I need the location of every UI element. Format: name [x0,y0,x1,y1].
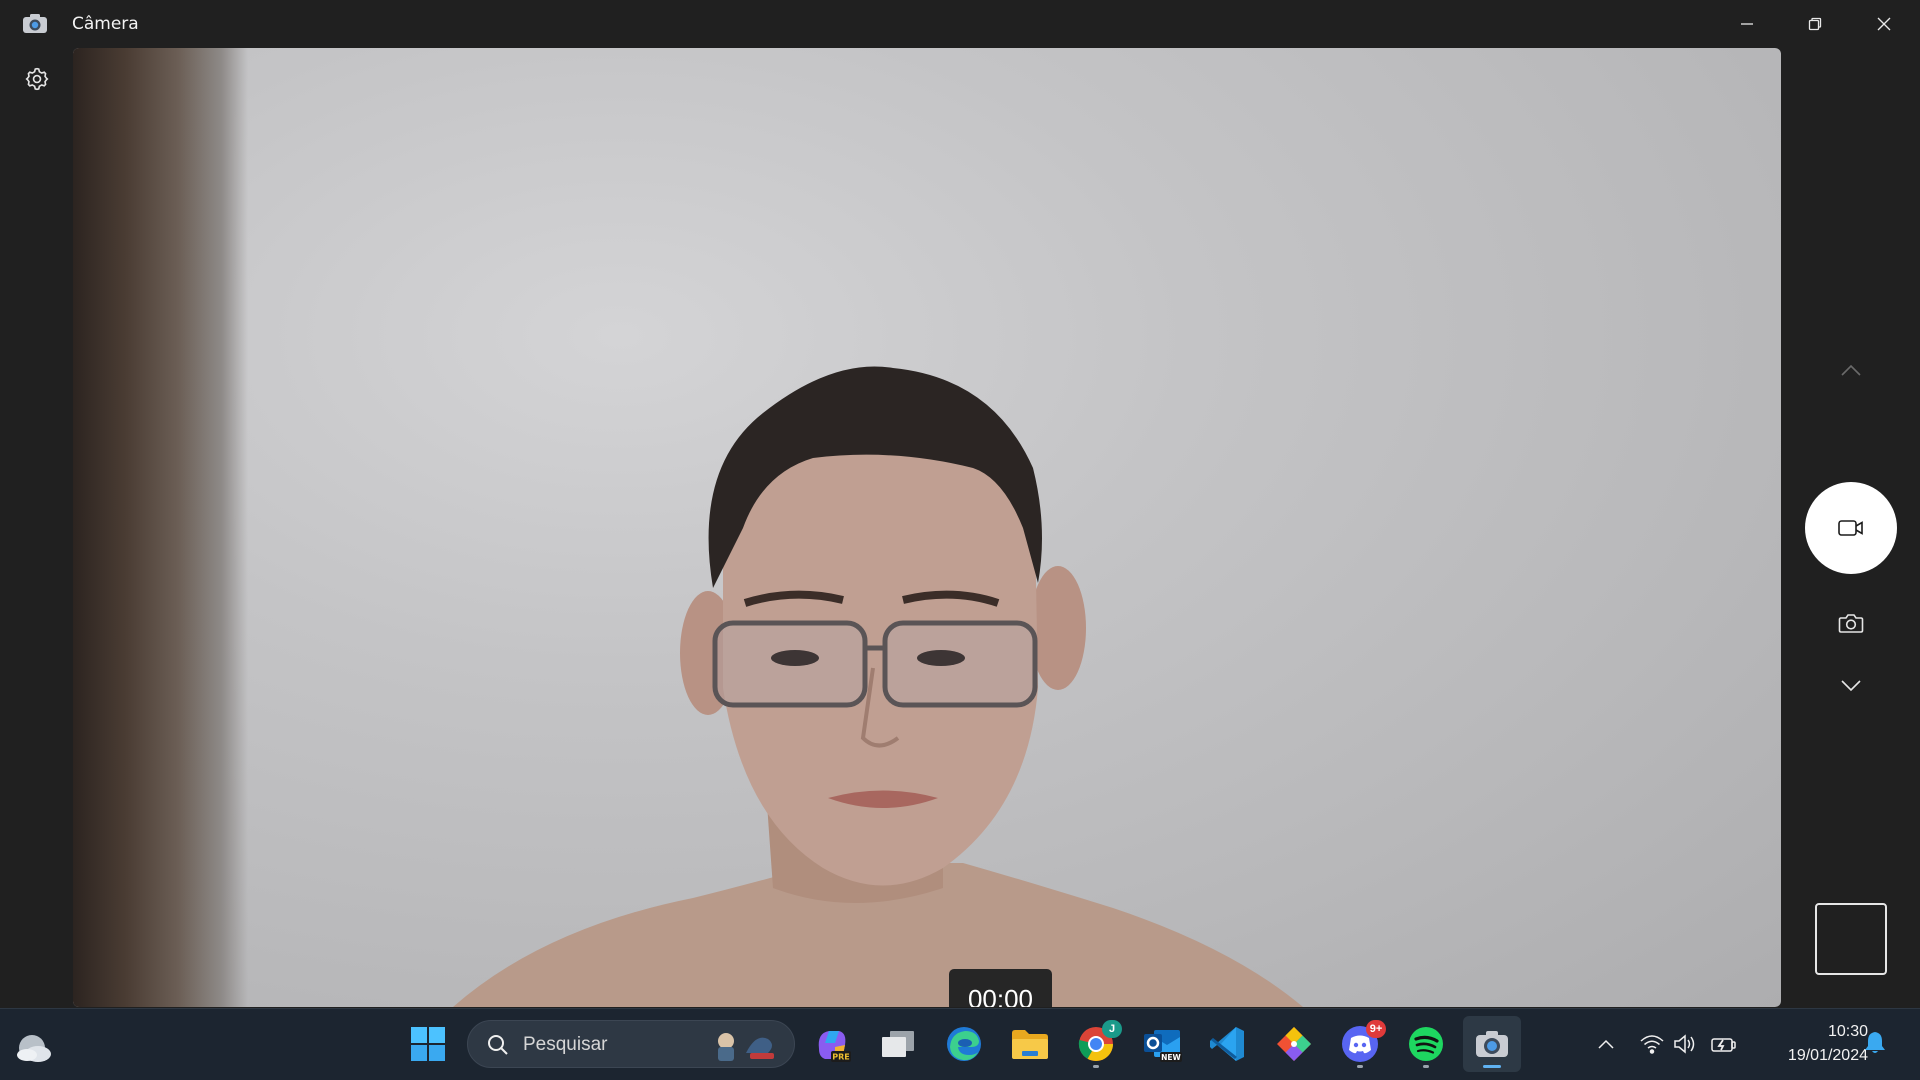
wifi-icon [1640,1035,1664,1054]
edge-button[interactable] [936,1016,992,1072]
clock-date: 19/01/2024 [1787,1047,1868,1064]
video-camera-icon [1838,520,1863,536]
outlook-new-icon: NEW [1144,1030,1182,1062]
bell-icon [1865,1032,1885,1053]
battery-button[interactable] [1710,1030,1738,1058]
discord-notification-badge: 9+ [1366,1020,1386,1038]
folder-icon [1012,1030,1048,1059]
active-indicator [1483,1065,1501,1068]
start-button[interactable] [400,1016,456,1072]
recording-timer: 00:00 [949,969,1052,1007]
restore-icon [1808,17,1822,31]
spotify-button[interactable] [1398,1016,1454,1072]
camera-app-icon [1476,1031,1508,1057]
search-box[interactable]: Pesquisar [467,1020,795,1068]
volume-button[interactable] [1672,1030,1700,1058]
minimize-button[interactable] [1713,0,1781,48]
task-view-icon [882,1031,914,1057]
windows-icon [411,1027,445,1061]
wifi-button[interactable] [1638,1030,1666,1058]
preview-subject [453,366,1303,1007]
record-video-button[interactable] [1805,482,1897,574]
volume-icon [1674,1034,1695,1054]
copilot-button[interactable]: PRE [804,1016,860,1072]
title-bar: Câmera [0,0,1920,48]
edge-icon [947,1027,981,1061]
outlook-button[interactable]: NEW [1134,1016,1190,1072]
spotify-icon [1409,1027,1443,1061]
search-highlight-icon [718,1033,774,1061]
camera-app-icon [22,13,48,35]
running-indicator [1093,1065,1099,1068]
restore-button[interactable] [1781,0,1849,48]
git-icon [1277,1027,1311,1061]
mode-down-button[interactable] [1831,668,1871,704]
mode-up-button[interactable] [1831,352,1871,388]
search-icon [488,1035,508,1055]
camera-icon [1838,614,1864,633]
clock-time: 10:30 [1827,1023,1868,1040]
svg-text:NEW: NEW [1161,1053,1181,1062]
take-photo-button[interactable] [1831,604,1871,642]
running-indicator [1423,1065,1429,1068]
file-explorer-button[interactable] [1002,1016,1058,1072]
battery-charging-icon [1711,1038,1736,1052]
cloud-icon [17,1035,51,1062]
clock[interactable]: 10:30 19/01/2024 [1748,1020,1868,1068]
running-indicator [1357,1065,1363,1068]
minimize-icon [1741,23,1753,25]
search-placeholder: Pesquisar [523,1034,608,1055]
camera-preview[interactable]: 00:00 [73,48,1781,1007]
gallery-thumbnail[interactable] [1815,903,1887,975]
settings-button[interactable] [18,60,56,98]
vscode-icon [1210,1027,1244,1061]
camera-taskbar-button[interactable] [1463,1016,1521,1072]
close-icon [1877,17,1891,31]
chevron-down-icon [1841,680,1861,692]
weather-widget[interactable] [12,1026,56,1066]
show-hidden-icons-button[interactable] [1592,1030,1620,1058]
task-view-button[interactable] [870,1016,926,1072]
chrome-button[interactable]: J [1068,1016,1124,1072]
copilot-pre-icon: PRE [818,1031,851,1062]
gear-icon [25,67,49,91]
notifications-button[interactable] [1863,1030,1887,1061]
chevron-up-icon [1598,1039,1614,1049]
window-title: Câmera [72,14,139,34]
chrome-profile-badge: J [1102,1020,1122,1038]
discord-button[interactable]: 9+ [1332,1016,1388,1072]
close-button[interactable] [1850,0,1918,48]
git-button[interactable] [1266,1016,1322,1072]
svg-text:PRE: PRE [832,1053,850,1062]
chevron-up-icon [1841,364,1861,376]
vscode-button[interactable] [1200,1016,1256,1072]
